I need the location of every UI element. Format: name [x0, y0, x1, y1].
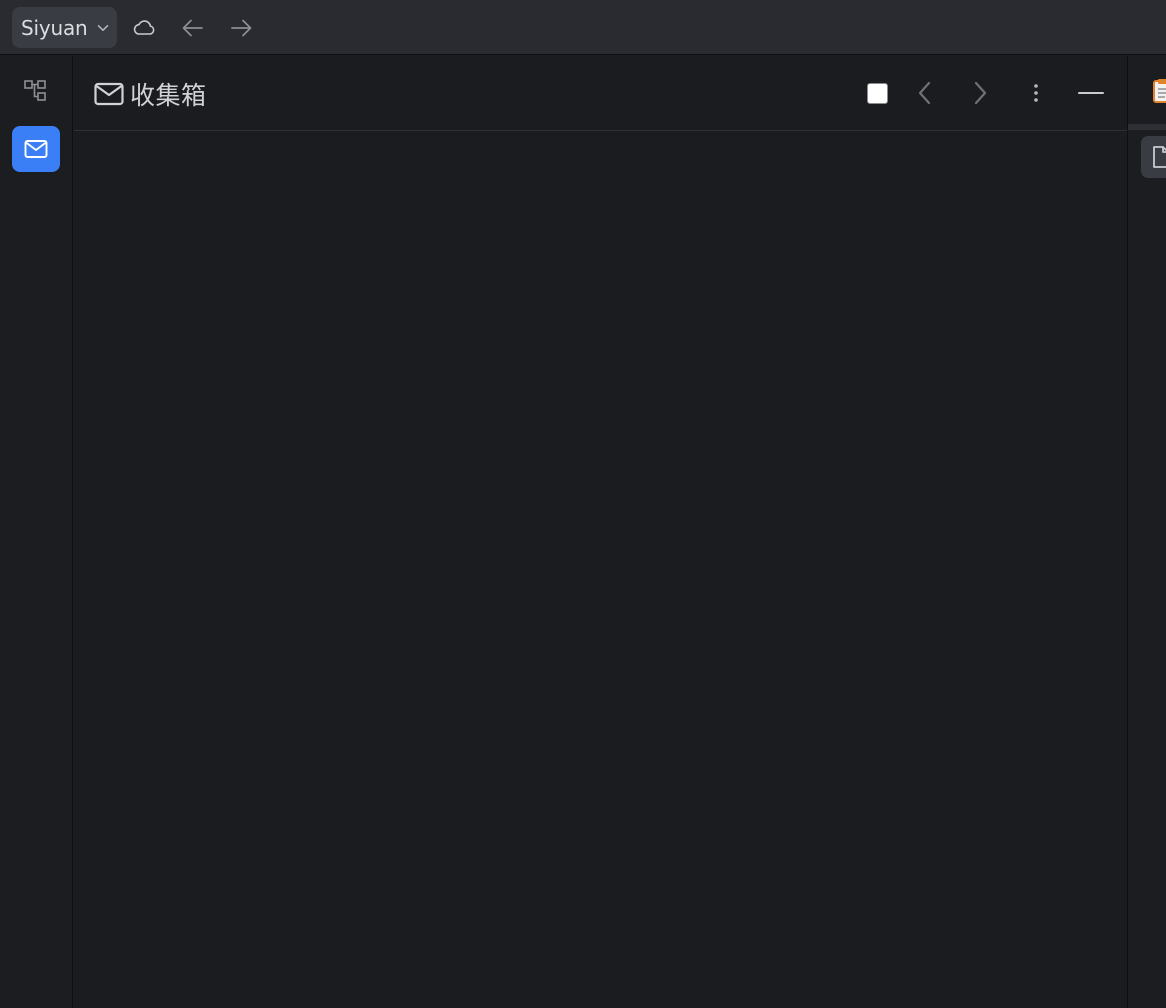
right-dock-tabbar — [1128, 56, 1166, 126]
arrow-right-icon — [231, 19, 252, 37]
chevron-right-icon — [974, 81, 987, 105]
mail-icon — [24, 140, 48, 158]
left-dock — [0, 56, 73, 1008]
inbox-list-area — [74, 132, 1127, 1008]
checkbox-box — [866, 82, 888, 104]
page-title: 收集箱 — [130, 81, 207, 110]
chevron-down-icon — [97, 25, 109, 31]
file-tree-icon — [24, 80, 46, 101]
workspace-label: Siyuan — [21, 15, 88, 40]
more-vertical-icon — [1034, 84, 1038, 102]
clipboard-icon[interactable] — [1152, 78, 1166, 104]
mail-icon — [94, 82, 124, 106]
cloud-sync-button[interactable] — [129, 13, 159, 43]
right-dock-document-button[interactable] — [1141, 136, 1166, 178]
dock-item-file-tree[interactable] — [12, 68, 60, 114]
panel-title-group: 收集箱 — [94, 76, 207, 112]
panel-header: 收集箱 — [74, 56, 1127, 131]
chevron-left-icon — [918, 81, 931, 105]
minimize-panel-button[interactable] — [1073, 74, 1109, 112]
select-all-checkbox[interactable] — [859, 74, 895, 112]
workspace-switcher[interactable]: Siyuan — [12, 7, 117, 48]
previous-page-button[interactable] — [907, 74, 943, 112]
document-icon — [1153, 146, 1166, 168]
arrow-left-icon — [182, 19, 203, 37]
dock-item-inbox[interactable] — [12, 126, 60, 172]
cloud-icon — [133, 20, 155, 35]
more-options-button[interactable] — [1018, 74, 1054, 112]
back-button[interactable] — [178, 13, 208, 43]
forward-button[interactable] — [226, 13, 256, 43]
inbox-panel: 收集箱 — [74, 56, 1127, 1008]
right-dock — [1127, 56, 1166, 1008]
next-page-button[interactable] — [962, 74, 998, 112]
minimize-icon — [1078, 92, 1104, 94]
title-bar: Siyuan — [0, 0, 1166, 55]
right-dock-divider — [1128, 124, 1166, 130]
